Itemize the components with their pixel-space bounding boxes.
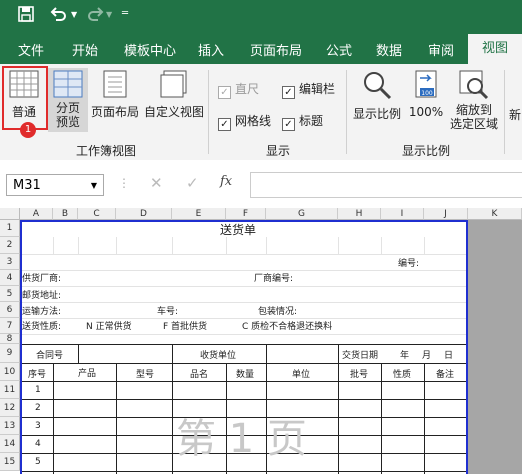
row-header[interactable]: 6	[0, 302, 20, 318]
name-box-dropdown-icon[interactable]: ▼	[91, 175, 97, 197]
magnifier-icon	[364, 72, 392, 100]
zoom-selection-label: 缩放到 选定区域	[449, 103, 498, 131]
worksheet[interactable]: A B C D E F G H I J K 1 2 3 4 5 6 7 8 9 …	[0, 208, 522, 474]
ribbon-separator	[346, 70, 347, 154]
row-header[interactable]: 11	[0, 381, 20, 399]
ribbon-tabs: 文件 开始 模板中心 插入 页面布局 公式 数据 审阅 视图	[0, 34, 522, 64]
zoom-100-icon: 100	[415, 70, 437, 98]
customize-icon[interactable]: ═	[122, 8, 128, 19]
enter-icon[interactable]: ✓	[186, 174, 199, 192]
zoom-group-label: 显示比例	[402, 144, 451, 158]
tab-view[interactable]: 视图	[468, 34, 522, 64]
tab-template-center[interactable]: 模板中心	[124, 40, 176, 59]
redo-dropdown-icon: ▼	[106, 10, 113, 19]
tab-data[interactable]: 数据	[376, 40, 402, 59]
zoom-selection-icon	[459, 70, 489, 100]
insert-function-icon[interactable]: fx	[220, 174, 232, 189]
custom-view-icon	[160, 70, 187, 98]
formula-bar-splitter-icon[interactable]: ⋮	[118, 176, 130, 190]
gridlines-checkbox[interactable]: ✓ 网格线	[218, 112, 271, 131]
new-window-button[interactable]: 新	[508, 106, 522, 123]
formula-input[interactable]	[250, 172, 522, 198]
formula-bar-checkbox[interactable]: ✓ 编辑栏	[282, 80, 335, 99]
redo-icon	[86, 6, 104, 26]
row-header[interactable]: 14	[0, 435, 20, 453]
page-layout-button[interactable]: 页面布局	[90, 70, 140, 120]
custom-view-label: 自定义视图	[143, 105, 204, 119]
svg-text:100: 100	[421, 90, 433, 97]
row-header[interactable]: 2	[0, 237, 20, 254]
row-header[interactable]: 3	[0, 254, 20, 270]
column-header[interactable]: I	[381, 208, 424, 220]
column-header[interactable]: D	[116, 208, 172, 220]
name-box[interactable]: M31 ▼	[6, 174, 104, 196]
print-area-border	[20, 220, 468, 474]
row-header[interactable]: 4	[0, 270, 20, 286]
undo-icon[interactable]	[50, 6, 68, 26]
page-break-label: 分页 预览	[55, 101, 80, 129]
tab-review[interactable]: 审阅	[428, 40, 454, 59]
ribbon-separator	[504, 70, 505, 154]
row-header[interactable]: 12	[0, 399, 20, 417]
formula-bar-area: M31 ▼ ⋮ ✕ ✓ fx	[0, 160, 522, 206]
page-break-preview-button[interactable]: 分页 预览	[48, 68, 88, 132]
ruler-checkbox: ✓ 直尺	[218, 80, 259, 99]
custom-view-button[interactable]: 自定义视图	[142, 70, 206, 120]
column-header[interactable]: C	[78, 208, 116, 220]
undo-dropdown-icon[interactable]: ▼	[71, 10, 77, 19]
zoom-button[interactable]: 显示比例	[352, 70, 402, 122]
row-header[interactable]: 5	[0, 286, 20, 302]
zoom-100-button[interactable]: 100 100%	[406, 70, 446, 119]
tab-formulas[interactable]: 公式	[326, 40, 352, 59]
headings-checkbox[interactable]: ✓ 标题	[282, 112, 323, 131]
page-layout-icon	[103, 70, 127, 98]
row-header[interactable]: 7	[0, 318, 20, 334]
tab-home[interactable]: 开始	[72, 40, 98, 59]
column-header[interactable]: H	[338, 208, 381, 220]
column-header[interactable]: E	[172, 208, 226, 220]
quick-access-toolbar: ▼ ▼ ═	[0, 0, 522, 34]
select-all-corner[interactable]	[0, 208, 20, 220]
workbook-views-group-label: 工作簿视图	[76, 144, 137, 158]
column-header[interactable]: K	[468, 208, 522, 220]
normal-view-label: 普通	[11, 105, 36, 119]
row-header[interactable]: 8	[0, 334, 20, 344]
normal-view-button[interactable]: 普通	[4, 70, 44, 120]
row-header[interactable]: 9	[0, 344, 20, 363]
column-header[interactable]: A	[20, 208, 53, 220]
cancel-icon[interactable]: ✕	[150, 174, 163, 192]
row-header[interactable]: 10	[0, 363, 20, 381]
non-print-area	[468, 220, 522, 474]
step-badge: 1	[20, 122, 36, 138]
column-header[interactable]: G	[266, 208, 338, 220]
ribbon-view: 普通 1 分页 预览 页面布局 自定义视图 工作簿视图 ✓ 直尺 ✓ 编辑栏 ✓ 网格…	[0, 64, 522, 161]
ribbon-separator	[208, 70, 209, 154]
tab-page-layout[interactable]: 页面布局	[250, 40, 302, 59]
column-header[interactable]: B	[53, 208, 78, 220]
page-layout-label: 页面布局	[90, 105, 139, 119]
row-header[interactable]: 1	[0, 220, 20, 237]
zoom-to-selection-button[interactable]: 缩放到 选定区域	[446, 70, 502, 131]
tab-file[interactable]: 文件	[18, 40, 44, 59]
column-header[interactable]: F	[226, 208, 266, 220]
page-break-icon	[53, 70, 83, 98]
zoom-label: 显示比例	[352, 107, 401, 121]
tab-insert[interactable]: 插入	[198, 40, 224, 59]
row-header[interactable]: 15	[0, 453, 20, 471]
zoom-100-label: 100%	[408, 105, 444, 119]
row-header[interactable]: 13	[0, 417, 20, 435]
column-header[interactable]: J	[424, 208, 468, 220]
save-icon[interactable]	[18, 6, 34, 26]
show-group-label: 显示	[266, 144, 291, 158]
normal-view-icon	[9, 70, 39, 98]
